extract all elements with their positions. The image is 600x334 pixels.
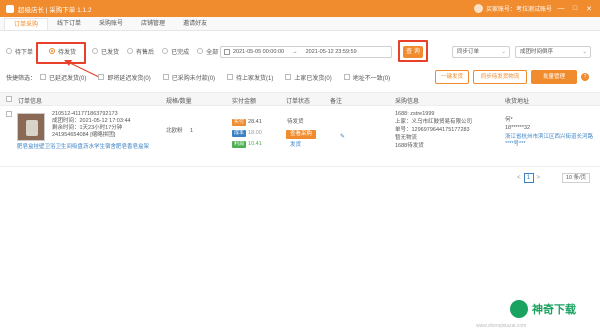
view-purchase-button[interactable]: 查看采购 [286, 130, 316, 139]
col-amount: 实付金额 [232, 99, 257, 105]
col-purchase-info: 采购信息 [395, 99, 420, 105]
amount-profit-row: 利润 10.41 [232, 141, 262, 148]
soap-holder-image [26, 120, 38, 136]
product-thumbnail[interactable] [17, 113, 45, 141]
col-shipping-address: 收货地址 [505, 99, 530, 105]
next-page-button[interactable]: > [537, 175, 541, 181]
pagination: < 1 > [517, 173, 540, 183]
page-size-select[interactable]: 10 条/页 [562, 173, 590, 183]
order-time: 成团时间：2021-05-12 17:03:44 [52, 118, 131, 124]
col-status: 订单状态 [286, 99, 311, 105]
quick-soon-delayed[interactable]: 即将延迟发货(0) [98, 73, 151, 82]
order-id[interactable]: 210512-411771863792173 [52, 111, 118, 118]
checkbox-label: 已延迟发货(0) [49, 75, 87, 82]
amount-actual: 28.41 [248, 119, 262, 125]
receiver-address: 浙江省杭州市滨江区西兴街道长河路****号*** [505, 134, 594, 147]
one-click-ship-button[interactable]: 一键发货 [435, 70, 469, 84]
tag-cost: 成本 [232, 130, 247, 137]
checkbox-label: 即将延迟发货(0) [107, 75, 151, 82]
product-qty: 1 [190, 128, 194, 134]
receiver-name: 何* [505, 117, 513, 123]
purchase-status: 1688待发货 [395, 143, 424, 149]
checkbox-icon [227, 74, 234, 80]
product-spec: 北欧粉 [166, 128, 183, 134]
purchase-order-no[interactable]: 单号：1296979644175177283 [395, 127, 470, 134]
edit-remark-icon[interactable]: ✎ [340, 134, 345, 141]
watermark-logo-icon [510, 300, 528, 318]
tag-profit: 利润 [232, 141, 247, 148]
checkbox-icon [343, 74, 350, 80]
batch-manage-button[interactable]: 批量管理 [531, 70, 577, 84]
prev-page-button[interactable]: < [517, 175, 521, 181]
order-status: 待发货 [287, 119, 304, 125]
annotation-arrow [64, 60, 102, 79]
order-countdown: 剩余时间：1天23小时17分钟 [52, 125, 123, 131]
quick-address-mismatch[interactable]: 地址不一致(0) [343, 73, 391, 82]
checkbox-label: 上家已发货(0) [294, 75, 332, 82]
ship-link[interactable]: 发货 [290, 142, 301, 149]
product-title[interactable]: 肥皂盒挂壁卫浴卫生间吸盘沥水学生宿舍肥皂香皂盒架 [17, 144, 162, 151]
watermark-text: 神奇下载 [532, 304, 576, 316]
quick-awaiting-supplier[interactable]: 待上家发货(1) [227, 73, 273, 82]
page-number[interactable]: 1 [523, 173, 534, 183]
quick-delayed[interactable]: 已延迟发货(0) [40, 73, 86, 82]
help-icon[interactable]: ? [581, 73, 589, 81]
checkbox-label: 已采购未付款(0) [171, 75, 216, 82]
checkbox-label: 待上家发货(1) [236, 75, 274, 82]
checkbox-label: 地址不一致(0) [352, 75, 391, 82]
col-spec-qty: 规格/数量 [166, 99, 192, 105]
checkbox-icon [40, 74, 47, 80]
purchase-logistics: 暂无物流 [395, 135, 418, 141]
watermark: 神奇下载 [510, 300, 576, 318]
quick-supplier-shipped[interactable]: 上家已发货(0) [285, 73, 332, 82]
amount-cost-row: 成本 18.00 [232, 130, 262, 137]
row-checkbox[interactable] [6, 111, 12, 117]
order-logistics: 241954654084 [缩略拼团] [52, 132, 116, 138]
table-header: 订单信息 规格/数量 实付金额 订单状态 备注 采购信息 收货地址 [0, 92, 600, 106]
watermark-url: www.shenqixiazai.com [476, 323, 527, 329]
sync-logistics-button[interactable]: 同步待发货物流 [473, 70, 527, 84]
col-order-info: 订单信息 [18, 99, 43, 105]
amount-profit: 10.41 [248, 141, 262, 147]
checkbox-icon [285, 74, 292, 80]
col-remark: 备注 [330, 99, 343, 105]
amount-cost: 18.00 [248, 130, 262, 136]
purchase-supplier[interactable]: 上家：义乌市红鼓贸易有限公司 [395, 119, 472, 126]
checkbox-icon [162, 74, 169, 80]
tag-actual: 实付 [232, 119, 247, 126]
receiver-phone: 18******32 [505, 125, 531, 131]
select-all-checkbox[interactable] [6, 96, 12, 102]
amount-actual-row: 实付 28.41 [232, 119, 262, 126]
purchase-account: 1688: zstre1999 [395, 111, 435, 117]
quick-unpaid[interactable]: 已采购未付款(0) [162, 73, 216, 82]
checkbox-icon [98, 74, 105, 80]
quick-filter-label: 快捷筛选： [6, 75, 37, 82]
